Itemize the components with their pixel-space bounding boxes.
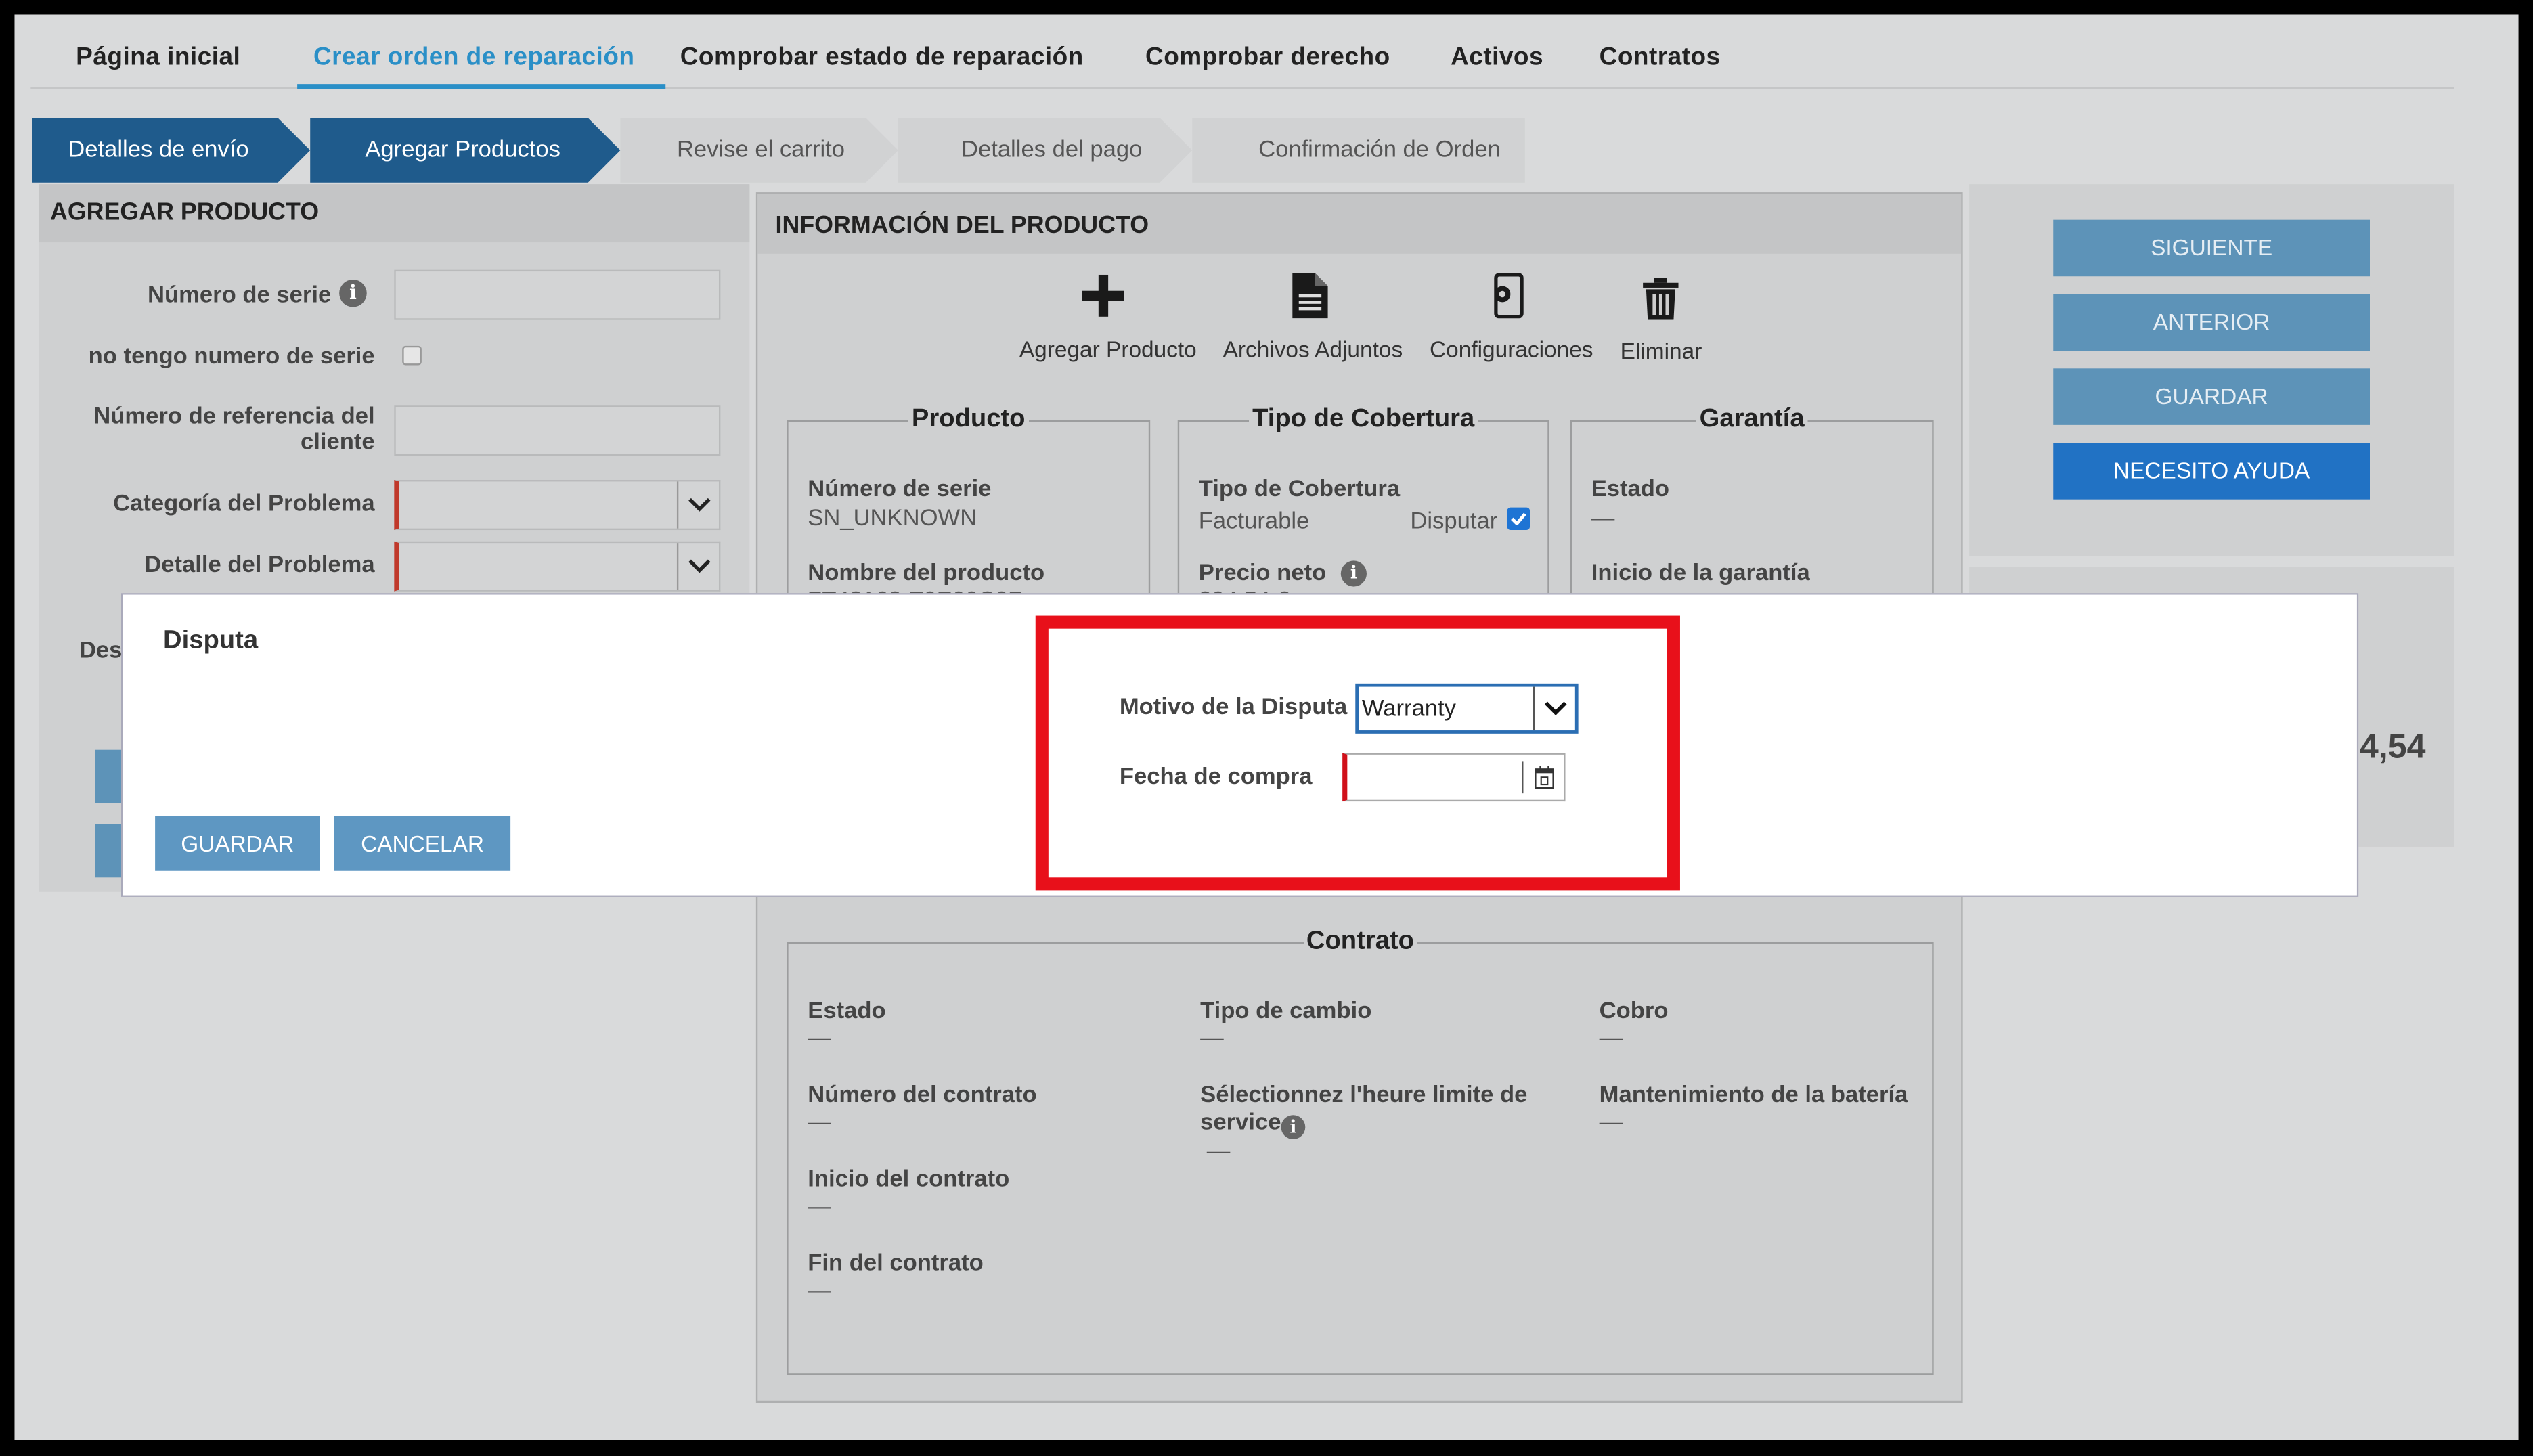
dispute-modal-title: Disputa — [163, 627, 259, 655]
contract-start-key: Inicio del contrato — [808, 1166, 1010, 1193]
customer-ref-input[interactable] — [394, 405, 721, 456]
contract-number-value: — — [808, 1110, 831, 1137]
product-fieldset: Producto Número de serie SN_UNKNOWN Nomb… — [787, 405, 1151, 616]
step-order-confirmation[interactable]: Confirmación de Orden — [1192, 118, 1525, 183]
exchange-type-value: — — [1200, 1025, 1224, 1053]
billing-key: Cobro — [1599, 998, 1669, 1025]
document-icon[interactable] — [1286, 273, 1335, 324]
app-window: Página inicial Crear orden de reparación… — [14, 14, 2519, 1440]
coverage-type-key: Tipo de Cobertura — [1198, 477, 1401, 503]
nav-check-entitlement[interactable]: Comprobar derecho — [1145, 28, 1390, 89]
dispute-label: Disputar — [1410, 508, 1498, 535]
serial-number-label: Número de serie — [148, 282, 332, 309]
step-arrow — [278, 118, 311, 183]
add-product-title: AGREGAR PRODUCTO — [39, 184, 750, 243]
left-panel-button[interactable] — [95, 749, 121, 803]
product-name-key: Nombre del producto — [808, 560, 1045, 587]
product-legend: Producto — [911, 405, 1026, 433]
device-settings-icon[interactable] — [1483, 273, 1532, 324]
serial-key: Número de serie — [808, 477, 992, 503]
contract-status-key: Estado — [808, 998, 886, 1025]
contract-legend: Contrato — [1306, 927, 1414, 955]
service-cutoff-value: — — [1206, 1139, 1231, 1166]
step-arrow — [866, 118, 898, 183]
step-payment-details[interactable]: Detalles del pago — [898, 118, 1193, 183]
problem-category-label: Categoría del Problema — [113, 491, 375, 517]
attachments-tool-label[interactable]: Archivos Adjuntos — [1223, 336, 1403, 362]
nav-create-repair-order[interactable]: Crear orden de reparación — [297, 28, 666, 89]
step-label: Revise el carrito — [676, 137, 845, 164]
left-panel-button[interactable] — [95, 824, 121, 878]
problem-detail-label: Detalle del Problema — [144, 552, 375, 579]
description-label: Des — [79, 638, 123, 665]
step-label: Detalles de envío — [68, 137, 249, 164]
step-label: Confirmación de Orden — [1258, 137, 1501, 164]
battery-maintenance-value: — — [1599, 1110, 1623, 1137]
info-icon[interactable]: i — [1281, 1115, 1306, 1140]
battery-maintenance-key: Mantenimiento de la batería — [1599, 1082, 1908, 1109]
billing-value: — — [1599, 1025, 1623, 1053]
step-label: Agregar Productos — [365, 137, 560, 164]
chevron-down-icon — [676, 543, 719, 590]
customer-ref-label: Número de referencia del cliente — [39, 404, 374, 456]
customer-ref-label-line1: Número de referencia del — [93, 403, 375, 431]
warranty-legend: Garantía — [1699, 405, 1805, 433]
warranty-fieldset: Garantía Estado — Inicio de la garantía … — [1570, 405, 1934, 616]
chevron-down-icon — [676, 481, 719, 529]
contract-number-key: Número del contrato — [808, 1082, 1037, 1109]
no-serial-label: no tengo numero de serie — [88, 344, 375, 370]
step-label: Detalles del pago — [961, 137, 1143, 164]
step-arrow — [1160, 118, 1193, 183]
actions-panel: SIGUIENTE ANTERIOR GUARDAR NECESITO AYUD… — [1969, 184, 2454, 556]
step-arrow — [588, 118, 621, 183]
product-info-title: INFORMACIÓN DEL PRODUCTO — [757, 194, 1962, 254]
warranty-start-key: Inicio de la garantía — [1591, 560, 1810, 587]
contract-end-value: — — [808, 1278, 831, 1304]
no-serial-checkbox[interactable] — [402, 345, 422, 366]
serial-number-input[interactable] — [394, 269, 721, 320]
net-price-key: Precio neto — [1198, 560, 1327, 587]
previous-button[interactable]: ANTERIOR — [2053, 294, 2370, 351]
step-add-products[interactable]: Agregar Productos — [310, 118, 621, 183]
info-icon[interactable]: i — [339, 280, 367, 307]
step-review-cart[interactable]: Revise el carrito — [620, 118, 898, 183]
save-button[interactable]: GUARDAR — [2053, 368, 2370, 425]
nav-check-repair-status[interactable]: Comprobar estado de reparación — [680, 28, 1084, 89]
trash-icon[interactable] — [1637, 278, 1686, 330]
nav-assets[interactable]: Activos — [1451, 28, 1543, 89]
modal-save-button[interactable]: GUARDAR — [155, 816, 320, 871]
customer-ref-label-line2: cliente — [301, 430, 375, 456]
next-button[interactable]: SIGUIENTE — [2053, 219, 2370, 277]
contract-start-value: — — [808, 1194, 831, 1220]
service-cutoff-key-line1: Sélectionnez l'heure limite de — [1200, 1082, 1528, 1109]
contract-status-value: — — [808, 1025, 831, 1053]
step-shipping-details[interactable]: Detalles de envío — [32, 118, 311, 183]
settings-tool-label[interactable]: Configuraciones — [1430, 336, 1593, 362]
warranty-status-value: — — [1591, 506, 1615, 532]
nav-home[interactable]: Página inicial — [76, 28, 240, 89]
coverage-fieldset: Tipo de Cobertura Tipo de Cobertura Fact… — [1177, 405, 1549, 616]
warranty-status-key: Estado — [1591, 477, 1670, 503]
exchange-type-key: Tipo de cambio — [1200, 998, 1372, 1025]
problem-category-select[interactable] — [394, 480, 721, 531]
highlight-box — [1035, 615, 1680, 891]
need-help-button[interactable]: NECESITO AYUDA — [2053, 443, 2370, 500]
delete-tool-label[interactable]: Eliminar — [1621, 338, 1702, 363]
add-product-tool-label[interactable]: Agregar Producto — [1019, 336, 1197, 362]
info-icon[interactable]: i — [1340, 560, 1367, 587]
service-cutoff-key-line2: service i — [1200, 1110, 1588, 1140]
serial-value: SN_UNKNOWN — [808, 506, 977, 532]
problem-detail-select[interactable] — [394, 541, 721, 592]
contract-fieldset: Contrato Estado — Número del contrato — … — [787, 927, 1934, 1375]
service-cutoff-key: Sélectionnez l'heure limite de service i — [1200, 1082, 1588, 1140]
top-navigation: Página inicial Crear orden de reparación… — [30, 28, 2454, 89]
nav-contracts[interactable]: Contratos — [1600, 28, 1721, 89]
plus-icon[interactable] — [1079, 274, 1128, 326]
coverage-type-value: Facturable — [1198, 508, 1310, 535]
dispute-checkbox[interactable] — [1507, 507, 1530, 531]
coverage-legend: Tipo de Cobertura — [1252, 405, 1475, 433]
service-cutoff-key-word: service — [1200, 1110, 1281, 1137]
modal-cancel-button[interactable]: CANCELAR — [334, 816, 511, 871]
contract-end-key: Fin del contrato — [808, 1250, 984, 1277]
